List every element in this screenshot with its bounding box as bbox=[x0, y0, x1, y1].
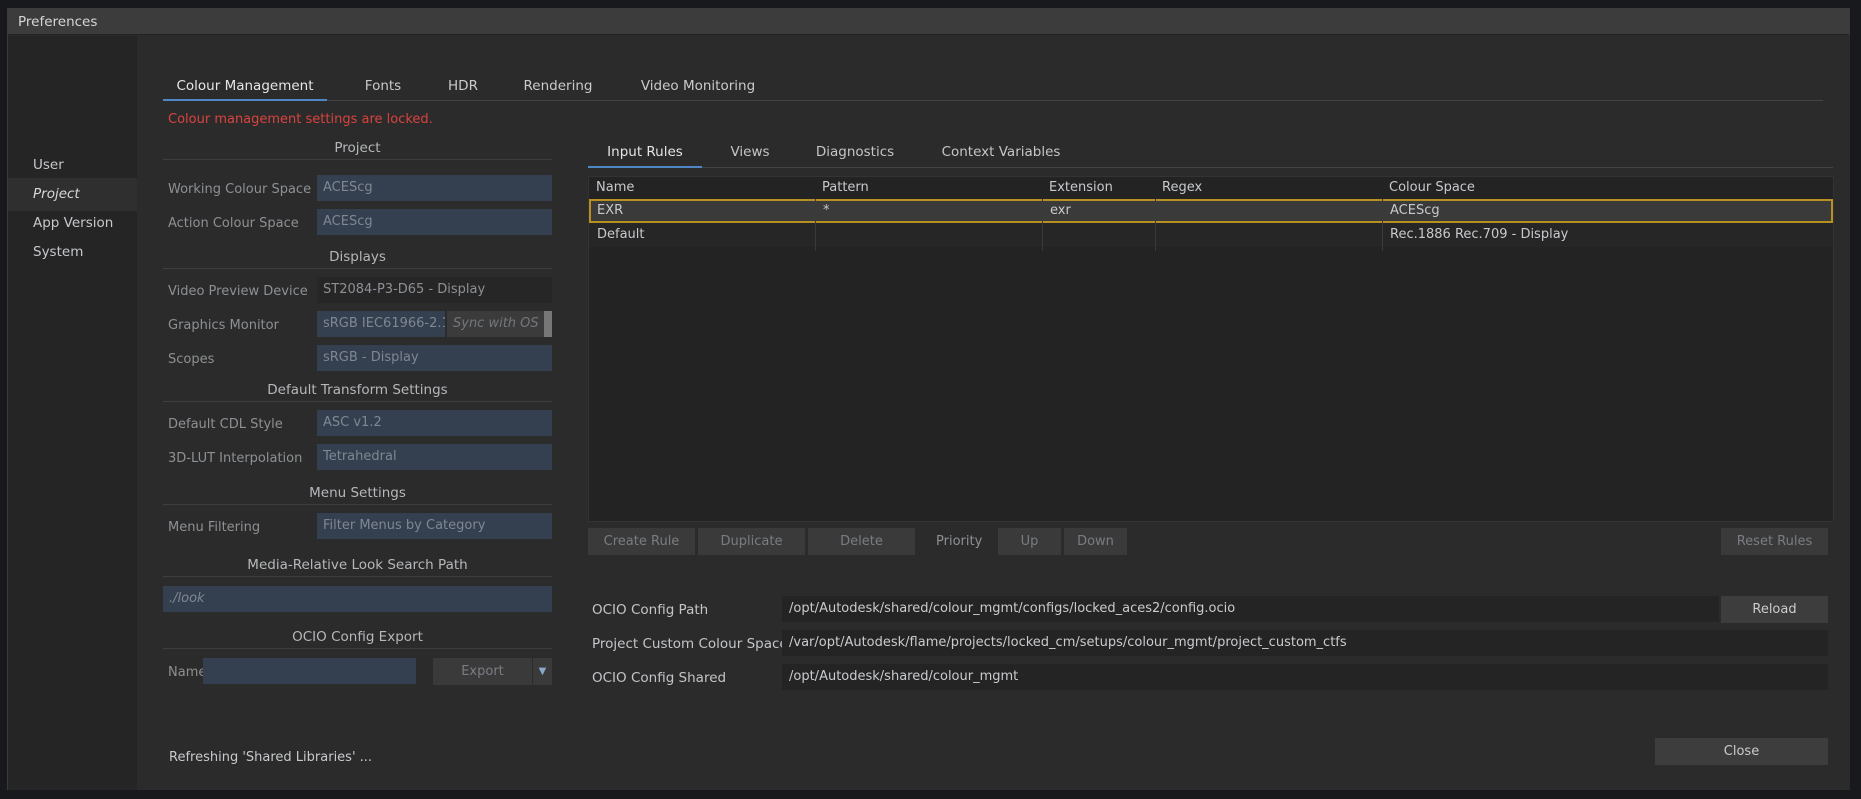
column-divider bbox=[1155, 199, 1156, 251]
menu-filtering-label: Menu Filtering bbox=[168, 520, 261, 535]
ocio-config-path-field[interactable]: /opt/Autodesk/shared/colour_mgmt/configs… bbox=[782, 596, 1719, 622]
cell-pattern bbox=[815, 223, 1042, 247]
main-tabs: Colour Management Fonts HDR Rendering Vi… bbox=[163, 76, 1823, 101]
duplicate-button[interactable]: Duplicate bbox=[698, 528, 805, 555]
cell-name: EXR bbox=[597, 203, 624, 218]
cell-colour-space: ACEScg bbox=[1390, 203, 1440, 218]
delete-button[interactable]: Delete bbox=[808, 528, 915, 555]
column-divider bbox=[1382, 199, 1383, 251]
column-header-colour-space[interactable]: Colour Space bbox=[1382, 177, 1832, 199]
ocio-config-shared-label: OCIO Config Shared bbox=[592, 670, 727, 686]
scopes-label: Scopes bbox=[168, 352, 215, 367]
sync-toggle-handle[interactable] bbox=[544, 311, 552, 337]
section-default-transform: Default Transform Settings bbox=[163, 382, 552, 402]
graphics-monitor-label: Graphics Monitor bbox=[168, 318, 279, 333]
create-rule-button[interactable]: Create Rule bbox=[588, 528, 695, 555]
lut-interpolation-label: 3D-LUT Interpolation bbox=[168, 451, 303, 466]
scopes-field[interactable]: sRGB - Display bbox=[317, 345, 552, 371]
project-custom-colour-spaces-field[interactable]: /var/opt/Autodesk/flame/projects/locked_… bbox=[782, 630, 1828, 656]
column-header-regex[interactable]: Regex bbox=[1155, 177, 1382, 199]
column-header-name[interactable]: Name bbox=[589, 177, 815, 199]
column-header-extension[interactable]: Extension bbox=[1042, 177, 1155, 199]
project-custom-colour-spaces-label: Project Custom Colour Spaces bbox=[592, 636, 795, 652]
close-button[interactable]: Close bbox=[1655, 738, 1828, 765]
export-name-input[interactable] bbox=[203, 658, 416, 684]
sync-with-os-toggle[interactable]: Sync with OS bbox=[447, 311, 544, 337]
tab-context-variables[interactable]: Context Variables bbox=[921, 142, 1081, 168]
cell-name: Default bbox=[597, 227, 645, 242]
column-divider bbox=[1042, 199, 1043, 251]
priority-down-button[interactable]: Down bbox=[1064, 528, 1127, 555]
section-displays: Displays bbox=[163, 249, 552, 269]
table-row[interactable]: Default Rec.1886 Rec.709 - Display bbox=[589, 223, 1833, 247]
cell-colour-space: Rec.1886 Rec.709 - Display bbox=[1390, 227, 1569, 242]
sidebar-item-system[interactable]: System bbox=[8, 236, 137, 269]
working-colour-space-field[interactable]: ACEScg bbox=[317, 175, 552, 201]
tab-views[interactable]: Views bbox=[710, 142, 790, 168]
section-look-search-path: Media-Relative Look Search Path bbox=[163, 557, 552, 577]
column-header-pattern[interactable]: Pattern bbox=[815, 177, 1042, 199]
ocio-config-shared-field[interactable]: /opt/Autodesk/shared/colour_mgmt bbox=[782, 664, 1828, 690]
action-colour-space-label: Action Colour Space bbox=[168, 216, 299, 231]
tab-rendering[interactable]: Rendering bbox=[508, 76, 608, 101]
content-panel: Colour Management Fonts HDR Rendering Vi… bbox=[137, 36, 1850, 790]
tab-hdr[interactable]: HDR bbox=[428, 76, 498, 101]
default-cdl-style-field[interactable]: ASC v1.2 bbox=[317, 410, 552, 436]
video-preview-device-field[interactable]: ST2084-P3-D65 - Display bbox=[317, 277, 552, 303]
sidebar: User Project App Version System bbox=[8, 36, 137, 790]
window-title: Preferences bbox=[8, 9, 1849, 35]
input-rules-table: Name Pattern Extension Regex Colour Spac… bbox=[588, 176, 1834, 522]
working-colour-space-label: Working Colour Space bbox=[168, 182, 312, 197]
section-ocio-config-export: OCIO Config Export bbox=[163, 629, 552, 649]
export-dropdown-icon[interactable]: ▼ bbox=[533, 658, 552, 685]
tab-colour-management[interactable]: Colour Management bbox=[163, 76, 327, 101]
reload-button[interactable]: Reload bbox=[1721, 596, 1828, 623]
column-divider bbox=[815, 199, 816, 251]
section-menu-settings: Menu Settings bbox=[163, 485, 552, 505]
reset-rules-button[interactable]: Reset Rules bbox=[1721, 528, 1828, 555]
graphics-monitor-field[interactable]: sRGB IEC61966-2.1 bbox=[317, 311, 445, 337]
export-button[interactable]: Export bbox=[433, 658, 532, 685]
priority-up-button[interactable]: Up bbox=[998, 528, 1061, 555]
tab-video-monitoring[interactable]: Video Monitoring bbox=[623, 76, 773, 101]
priority-label: Priority bbox=[936, 534, 983, 549]
tab-fonts[interactable]: Fonts bbox=[343, 76, 423, 101]
tab-diagnostics[interactable]: Diagnostics bbox=[800, 142, 910, 168]
action-colour-space-field[interactable]: ACEScg bbox=[317, 209, 552, 235]
menu-filtering-field[interactable]: Filter Menus by Category bbox=[317, 513, 552, 539]
status-message: Refreshing 'Shared Libraries' ... bbox=[169, 750, 373, 765]
section-project: Project bbox=[163, 140, 552, 160]
tab-input-rules[interactable]: Input Rules bbox=[588, 142, 702, 168]
default-cdl-style-label: Default CDL Style bbox=[168, 417, 283, 432]
cell-pattern: * bbox=[823, 203, 830, 218]
export-name-label: Name bbox=[168, 665, 207, 680]
cell-extension bbox=[1042, 223, 1155, 247]
lut-interpolation-field[interactable]: Tetrahedral bbox=[317, 444, 552, 470]
locked-message: Colour management settings are locked. bbox=[168, 112, 433, 127]
cell-regex bbox=[1155, 199, 1382, 223]
table-row[interactable]: EXR * exr ACEScg bbox=[589, 199, 1833, 223]
cell-regex bbox=[1155, 223, 1382, 247]
look-search-path-field[interactable]: ./look bbox=[163, 586, 552, 612]
preferences-window: Preferences User Project App Version Sys… bbox=[7, 8, 1850, 790]
colour-sub-tabs: Input Rules Views Diagnostics Context Va… bbox=[588, 142, 1833, 168]
cell-extension: exr bbox=[1050, 203, 1071, 218]
video-preview-device-label: Video Preview Device bbox=[168, 284, 308, 299]
ocio-config-path-label: OCIO Config Path bbox=[592, 602, 709, 618]
